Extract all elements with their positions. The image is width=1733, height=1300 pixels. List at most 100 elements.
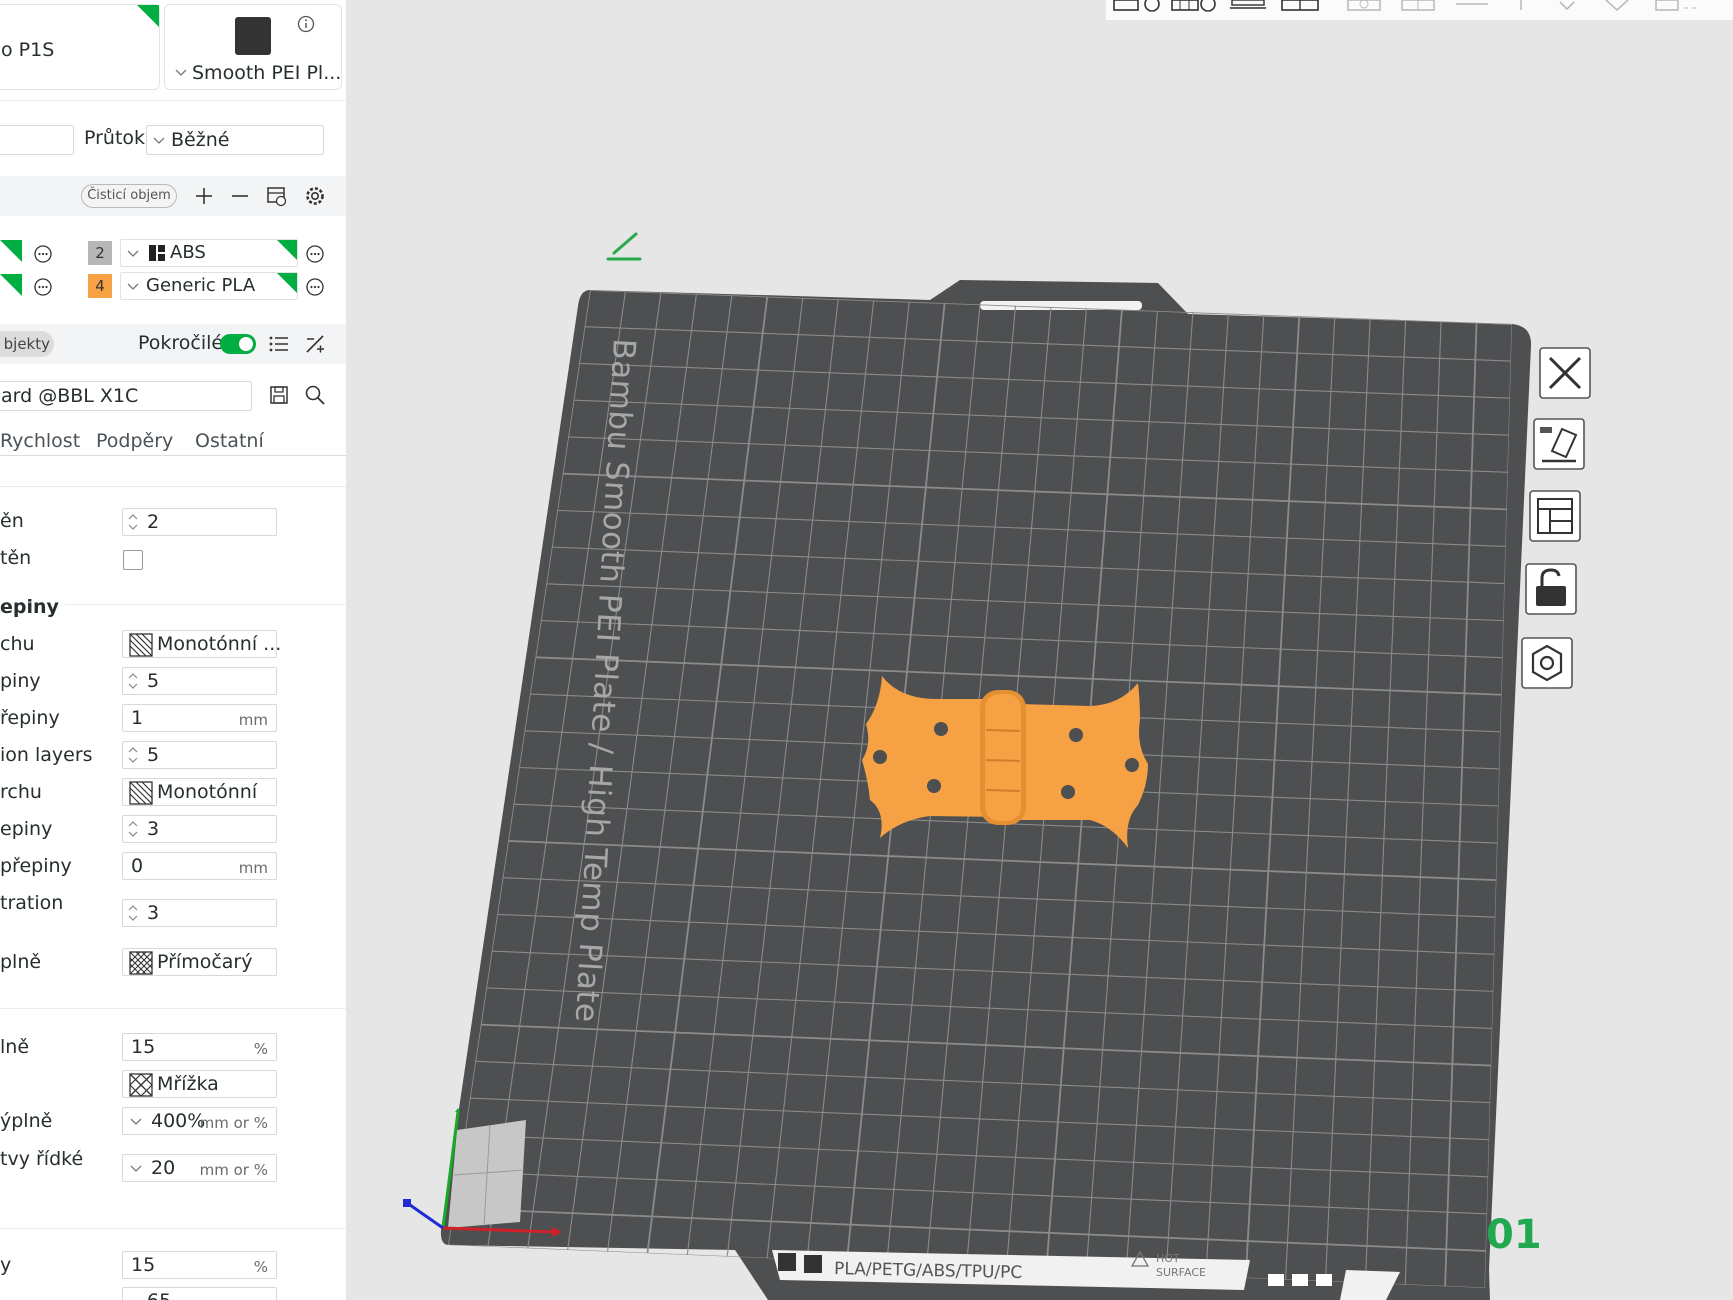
- unit-label: %: [253, 1258, 268, 1276]
- lock-plate-button[interactable]: [1524, 562, 1578, 616]
- setting-value: 3: [147, 902, 160, 924]
- top-interface-layers-input[interactable]: 5: [122, 741, 277, 769]
- setting-value: 3: [147, 818, 160, 840]
- unit-label: mm or %: [199, 1114, 268, 1132]
- spinner-icon[interactable]: [127, 511, 139, 533]
- chevron-down-icon: [175, 69, 187, 76]
- setting-value: Monotónní ...: [157, 633, 282, 655]
- list-icon[interactable]: [268, 334, 290, 354]
- remove-icon[interactable]: [230, 186, 250, 206]
- tab-others[interactable]: Ostatní: [195, 430, 264, 452]
- spinner-icon[interactable]: [127, 902, 139, 924]
- advanced-switch[interactable]: [220, 334, 256, 354]
- setting-value: Mřížka: [157, 1073, 219, 1095]
- info-icon[interactable]: [297, 15, 315, 33]
- hot-label: HOT: [1156, 1252, 1180, 1265]
- plate-type-label: Smooth PEI Pl...: [192, 62, 342, 84]
- divider: [30, 604, 346, 605]
- filament-row: 4 Generic PLA: [0, 272, 346, 302]
- tab-supports[interactable]: Podpěry: [96, 430, 173, 452]
- plate-icon: [1268, 1274, 1284, 1286]
- more-icon[interactable]: [33, 244, 53, 264]
- plate-type-card[interactable]: Smooth PEI Pl...: [164, 4, 342, 90]
- bottom-layers-input[interactable]: 3: [122, 815, 277, 843]
- infill-anchor-max-select[interactable]: 20 mm or %: [122, 1154, 277, 1182]
- filament-select[interactable]: Generic PLA: [120, 272, 298, 300]
- edit-plate-name-icon[interactable]: [606, 232, 642, 261]
- nozzle-field[interactable]: [0, 125, 74, 155]
- search-icon[interactable]: [304, 384, 326, 406]
- plate-materials: PLA/PETG/ABS/TPU/PC: [834, 1259, 1023, 1283]
- bottom-pattern-select[interactable]: Monotónní: [122, 778, 277, 806]
- divider: [0, 1008, 346, 1009]
- grid-pattern-icon: [129, 1073, 153, 1097]
- sync-indicator: [277, 240, 297, 260]
- ams-sync-icon[interactable]: [266, 185, 288, 207]
- spinner-icon[interactable]: [127, 744, 139, 766]
- wall-loops-input[interactable]: 2: [122, 508, 277, 536]
- unit-label: %: [253, 1040, 268, 1058]
- setting-value: Přímočarý: [157, 951, 253, 973]
- flow-select[interactable]: Běžné: [146, 125, 324, 155]
- purge-volume-label: Čisticí objem: [87, 188, 171, 203]
- tab-speed[interactable]: Rychlost: [0, 430, 80, 452]
- setting-label: chu: [0, 633, 35, 655]
- infill-density-input[interactable]: 15 %: [122, 1033, 277, 1061]
- filament-row: 2 ABS: [0, 238, 346, 268]
- setting-label: plně: [0, 951, 42, 973]
- monotonic-pattern-icon: [129, 781, 153, 805]
- spinner-icon[interactable]: [127, 818, 139, 840]
- setting-value: 5: [147, 670, 160, 692]
- flow-label: Průtok: [84, 127, 146, 149]
- tabs-divider: [0, 455, 346, 456]
- more-icon[interactable]: [305, 244, 325, 264]
- filament-swatch[interactable]: 2: [88, 241, 112, 265]
- flow-value: Běžné: [171, 129, 230, 151]
- top-thickness-input[interactable]: 1 mm: [122, 704, 277, 732]
- gear-icon[interactable]: [304, 185, 326, 207]
- top-layers-input[interactable]: 5: [122, 667, 277, 695]
- hot-surface-label: SURFACE: [1156, 1266, 1206, 1279]
- spinner-icon[interactable]: [127, 670, 139, 692]
- setting-label: přepiny: [0, 855, 72, 877]
- filament-select[interactable]: ABS: [120, 239, 298, 267]
- section-title: epiny: [0, 596, 65, 618]
- filament-name: ABS: [170, 242, 206, 263]
- more-icon[interactable]: [33, 277, 53, 297]
- purge-volume-button[interactable]: Čisticí objem: [81, 184, 177, 208]
- compare-icon[interactable]: [304, 333, 326, 355]
- more-icon[interactable]: [305, 277, 325, 297]
- divider: [0, 486, 346, 487]
- process-preset-select[interactable]: ard @BBL X1C: [0, 381, 252, 411]
- process-mode-bar: bjekty Pokročilé: [0, 324, 346, 364]
- divider: [0, 1228, 346, 1229]
- printer-card[interactable]: o P1S: [0, 4, 160, 90]
- bottom-thickness-input[interactable]: 0 mm: [122, 852, 277, 880]
- setting-value: Monotónní: [157, 781, 258, 803]
- setting-label: ion layers: [0, 744, 93, 766]
- plate-thumbnail: [235, 17, 271, 55]
- filament-swatch[interactable]: 4: [88, 274, 112, 298]
- top-pattern-select[interactable]: Monotónní ...: [122, 630, 281, 658]
- objects-toggle[interactable]: bjekty: [0, 331, 54, 357]
- internal-solid-pattern-select[interactable]: Přímočarý: [122, 948, 277, 976]
- partial-input[interactable]: 65: [122, 1287, 277, 1300]
- infill-anchor-select[interactable]: 400% mm or %: [122, 1107, 277, 1135]
- setting-label: piny: [0, 670, 41, 692]
- setting-checkbox[interactable]: [123, 550, 143, 570]
- penetration-layers-input[interactable]: 3: [122, 899, 277, 927]
- unit-label: mm or %: [199, 1161, 268, 1179]
- infill-pattern-select[interactable]: Mřížka: [122, 1070, 277, 1098]
- percentage-input[interactable]: 15 %: [122, 1251, 277, 1279]
- filament-number: 2: [95, 244, 105, 262]
- setting-label: tvy řídké: [0, 1148, 84, 1170]
- sync-indicator: [277, 273, 297, 293]
- close-plate-button[interactable]: [1538, 346, 1592, 400]
- save-icon[interactable]: [268, 384, 290, 406]
- setting-value: 1: [131, 707, 144, 729]
- auto-orient-button[interactable]: [1532, 417, 1586, 471]
- plate-settings-button[interactable]: [1520, 636, 1574, 690]
- add-icon[interactable]: [194, 186, 214, 206]
- arrange-plate-button[interactable]: [1528, 489, 1582, 543]
- filament-toolbar: Čisticí objem: [0, 176, 346, 216]
